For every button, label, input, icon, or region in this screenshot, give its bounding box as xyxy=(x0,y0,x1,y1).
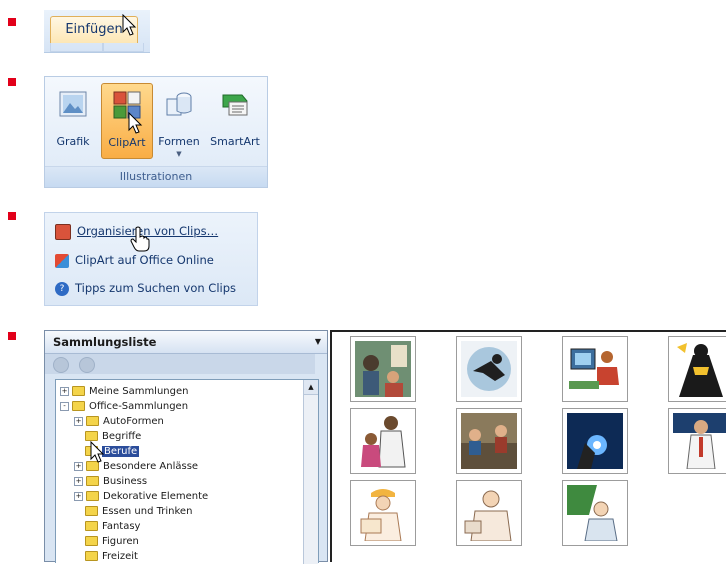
office-online-label: ClipArt auf Office Online xyxy=(75,253,214,267)
folder-icon xyxy=(85,506,98,516)
search-tips-label: Tipps zum Suchen von Clips xyxy=(75,281,237,295)
hand-cursor-icon xyxy=(130,226,150,252)
clipart-links-panel: Organisieren von Clips… ClipArt auf Offi… xyxy=(44,212,258,306)
expand-icon[interactable]: + xyxy=(74,461,83,471)
office-worker-clip xyxy=(567,341,623,397)
step-marker-4 xyxy=(8,332,16,340)
dropdown-arrow-icon[interactable]: ▼ xyxy=(315,331,321,353)
clip-thumbnail[interactable] xyxy=(562,480,628,546)
clip-thumbnail[interactable] xyxy=(456,336,522,402)
organizer-icon xyxy=(55,223,71,240)
clip-thumbnail[interactable] xyxy=(456,408,522,474)
optician-clip xyxy=(355,341,411,397)
collection-tree: + Meine Sammlungen - Office-Sammlungen + Au… xyxy=(55,379,319,564)
arrow-cursor-icon xyxy=(128,112,143,134)
back-button[interactable] xyxy=(53,357,69,373)
clip-thumbnail[interactable] xyxy=(350,336,416,402)
clip-thumbnail[interactable] xyxy=(668,408,726,474)
clip-organizer-panel: Sammlungsliste ▼ + Meine Sammlungen - Offi… xyxy=(44,330,328,564)
folder-icon xyxy=(86,416,99,426)
folder-icon xyxy=(85,536,98,546)
collapse-icon[interactable]: - xyxy=(60,401,69,411)
clipart-button[interactable]: ClipArt xyxy=(101,83,153,159)
chevron-down-icon: ▼ xyxy=(176,150,182,158)
organizer-toolbar xyxy=(45,354,315,374)
tree-item[interactable]: + Meine Sammlungen xyxy=(60,384,188,399)
step-marker-2 xyxy=(8,78,16,86)
expand-icon[interactable]: + xyxy=(74,476,83,486)
tree-item[interactable]: + Business xyxy=(74,474,147,489)
arrow-cursor-icon xyxy=(122,14,137,36)
office-online-link[interactable]: ClipArt auf Office Online xyxy=(55,251,214,269)
clip-thumbnail[interactable] xyxy=(350,480,416,546)
organizer-title: Sammlungsliste ▼ xyxy=(45,331,327,354)
tree-item[interactable]: - Office-Sammlungen xyxy=(60,399,188,414)
folder-icon xyxy=(85,521,98,531)
tree-item[interactable]: + AutoFormen xyxy=(74,414,164,429)
organizer-title-label: Sammlungsliste xyxy=(53,335,157,349)
folder-icon xyxy=(72,401,85,411)
clipart-label: ClipArt xyxy=(108,136,146,149)
tree-item[interactable]: Freizeit xyxy=(85,549,138,564)
folder-icon xyxy=(86,476,99,486)
grafik-label: Grafik xyxy=(56,135,90,148)
step-marker-1 xyxy=(8,18,16,26)
step-marker-3 xyxy=(8,212,16,220)
search-tips-link[interactable]: ? Tipps zum Suchen von Clips xyxy=(55,279,236,297)
folder-icon xyxy=(86,491,99,501)
folder-icon xyxy=(72,386,85,396)
group-label: Illustrationen xyxy=(45,166,267,187)
expand-icon[interactable]: + xyxy=(74,416,83,426)
clip-thumbnail[interactable] xyxy=(562,408,628,474)
tab-substrip xyxy=(50,43,104,52)
formen-button[interactable]: Formen ▼ xyxy=(155,83,203,159)
businessman-clip xyxy=(461,485,517,541)
scroll-up-icon[interactable]: ▲ xyxy=(304,380,318,395)
smartart-icon xyxy=(222,94,248,116)
tab-label: Einfügen xyxy=(65,22,123,37)
tree-item[interactable]: Fantasy xyxy=(85,519,140,534)
construction-clip xyxy=(673,341,726,397)
folder-icon xyxy=(85,431,98,441)
expand-icon[interactable]: + xyxy=(60,386,69,396)
grafik-button[interactable]: Grafik xyxy=(51,83,95,159)
welder-clip xyxy=(461,341,517,397)
formen-label: Formen xyxy=(158,135,200,148)
meeting-clip xyxy=(461,413,517,469)
tree-item[interactable]: Essen und Trinken xyxy=(85,504,192,519)
clip-thumbnail[interactable] xyxy=(350,408,416,474)
spark-welder-clip xyxy=(567,413,623,469)
teacher-clip xyxy=(567,485,623,541)
shapes-icon xyxy=(166,92,192,116)
office-online-icon xyxy=(55,253,69,268)
help-icon: ? xyxy=(55,281,69,296)
smartart-label: SmartArt xyxy=(210,135,260,148)
arrow-cursor-icon xyxy=(90,441,105,463)
doctor-child-clip xyxy=(355,413,411,469)
picture-icon xyxy=(59,91,87,117)
clip-thumbnail[interactable] xyxy=(456,480,522,546)
clip-thumbnail[interactable] xyxy=(562,336,628,402)
illustrations-group: Grafik ClipArt Formen ▼ SmartArt Illustr… xyxy=(44,76,268,188)
tree-scrollbar[interactable]: ▲ xyxy=(303,380,318,564)
scientist-clip xyxy=(673,413,726,469)
tree-item[interactable]: + Dekorative Elemente xyxy=(74,489,208,504)
clip-thumbnail[interactable] xyxy=(668,336,726,402)
smartart-button[interactable]: SmartArt xyxy=(205,83,265,159)
clip-results xyxy=(330,330,726,562)
engineer-clip xyxy=(355,485,411,541)
expand-icon[interactable]: + xyxy=(74,491,83,501)
tree-item[interactable]: Figuren xyxy=(85,534,139,549)
tab-substrip xyxy=(102,43,144,52)
forward-button[interactable] xyxy=(79,357,95,373)
